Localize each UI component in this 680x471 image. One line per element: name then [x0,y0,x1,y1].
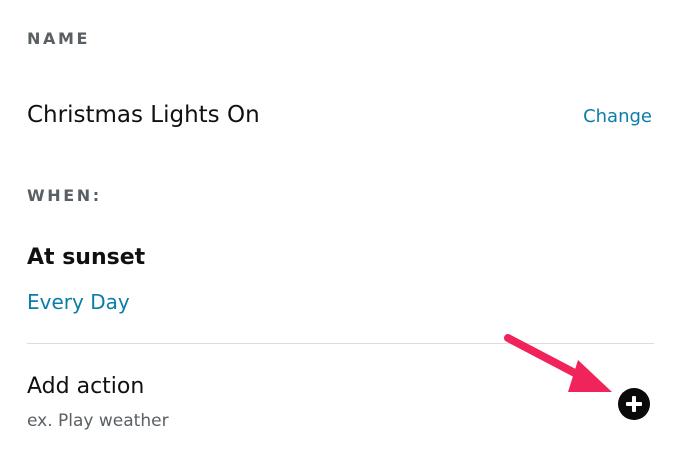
trigger-title[interactable]: At sunset [27,245,145,270]
annotation-arrow-icon [504,334,612,392]
add-action-title: Add action [27,374,145,399]
name-section-label: NAME [27,29,91,48]
routine-name-value: Christmas Lights On [27,102,260,128]
plus-circle-icon[interactable] [618,388,650,420]
routine-name-row: Christmas Lights On Change [0,98,680,140]
when-section-label: WHEN: [27,186,102,205]
trigger-schedule-link[interactable]: Every Day [27,290,130,314]
add-action-hint: ex. Play weather [27,411,169,431]
change-name-link[interactable]: Change [583,106,652,127]
